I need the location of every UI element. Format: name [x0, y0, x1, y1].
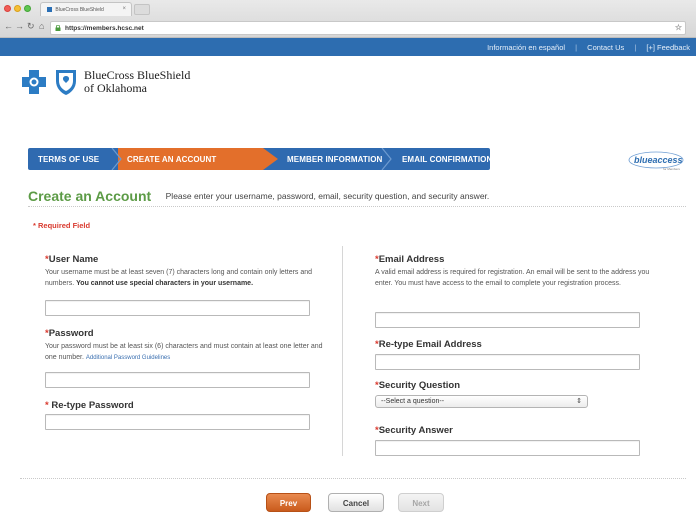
password-help: Your password must be at least six (6) c…: [45, 343, 323, 361]
home-icon[interactable]: ⌂: [39, 21, 44, 31]
email-help: A valid email address is required for re…: [375, 269, 650, 287]
browser-chrome: BlueCross BlueShield × ← → ↻ ⌂ https://m…: [0, 0, 696, 38]
page-subtitle: Please enter your username, password, em…: [165, 191, 490, 201]
column-divider: [342, 246, 343, 456]
tab-title: BlueCross BlueShield: [55, 7, 104, 13]
step-separator-icon: [111, 148, 122, 170]
top-bar: Información en español | Contact Us | [+…: [0, 38, 696, 56]
security-question-selected: --Select a question--: [381, 398, 445, 405]
prev-button[interactable]: Prev: [266, 493, 311, 512]
divider: [20, 478, 686, 479]
email-input[interactable]: [375, 312, 640, 328]
maximize-window-button[interactable]: [24, 5, 31, 12]
navigation-row: ← → ↻ ⌂ https://members.hcsc.net ☆: [0, 18, 696, 38]
url-text: https://members.hcsc.net: [65, 25, 144, 32]
minimize-window-button[interactable]: [14, 5, 21, 12]
step-member-information: MEMBER INFORMATION: [287, 155, 383, 164]
username-label: *User Name: [45, 254, 99, 265]
security-answer-label: *Security Answer: [375, 425, 453, 436]
security-question-select[interactable]: --Select a question-- ⇕: [375, 395, 588, 408]
link-separator: |: [634, 43, 637, 52]
top-links: Información en español | Contact Us | [+…: [479, 43, 690, 52]
retype-email-label: *Re-type Email Address: [375, 339, 482, 350]
select-arrows-icon: ⇕: [576, 398, 582, 405]
browser-tab[interactable]: BlueCross BlueShield ×: [40, 2, 132, 16]
username-help: Your username must be at least seven (7)…: [45, 269, 313, 287]
password-input[interactable]: [45, 372, 310, 388]
required-field-note: * Required Field: [33, 221, 91, 230]
brand-name: BlueCross BlueShield of Oklahoma: [84, 69, 190, 95]
cancel-button[interactable]: Cancel: [328, 493, 384, 512]
retype-email-input[interactable]: [375, 354, 640, 370]
cross-shield-icon: [22, 70, 76, 95]
bcbs-logo[interactable]: [20, 68, 78, 101]
address-bar[interactable]: https://members.hcsc.net ☆: [50, 21, 686, 35]
blue-access-tagline: for Members: [663, 167, 680, 171]
email-label: *Email Address: [375, 254, 445, 265]
page-title: Create an Account: [28, 188, 152, 204]
contact-us-link[interactable]: Contact Us: [587, 43, 624, 52]
step-email-confirmation: EMAIL CONFIRMATION: [402, 155, 493, 164]
reload-icon[interactable]: ↻: [27, 21, 35, 32]
brand-line-2: of Oklahoma: [84, 81, 147, 95]
username-input[interactable]: [45, 300, 310, 316]
forward-arrow-icon[interactable]: →: [15, 21, 24, 31]
security-answer-input[interactable]: [375, 440, 640, 456]
next-button[interactable]: Next: [398, 493, 444, 512]
tab-close-icon[interactable]: ×: [122, 6, 126, 12]
blue-access-wordmark: blueaccess: [634, 155, 683, 165]
retype-password-label: * Re-type Password: [45, 400, 134, 411]
step-separator-icon: [381, 148, 392, 170]
security-question-label: *Security Question: [375, 380, 461, 391]
favicon-icon: [47, 7, 52, 13]
back-arrow-icon[interactable]: ←: [4, 21, 13, 31]
close-window-button[interactable]: [4, 5, 11, 12]
divider: [28, 206, 686, 207]
link-separator: |: [575, 43, 578, 52]
step-create-account: CREATE AN ACCOUNT: [127, 155, 217, 164]
step-terms-of-use: TERMS OF USE: [38, 155, 100, 164]
page-heading: Create an Account Please enter your user…: [28, 188, 489, 206]
spanish-link[interactable]: Información en español: [487, 43, 565, 52]
password-guidelines-link[interactable]: Additional Password Guidelines: [86, 355, 170, 361]
password-label: *Password: [45, 328, 94, 339]
lock-icon: [55, 25, 61, 31]
retype-password-input[interactable]: [45, 414, 310, 430]
feedback-link[interactable]: [+] Feedback: [646, 43, 690, 52]
new-tab-button[interactable]: [134, 4, 150, 15]
bookmark-star-icon[interactable]: ☆: [675, 23, 682, 32]
blue-access-logo: blueaccess for Members: [628, 151, 684, 171]
progress-steps: TERMS OF USE CREATE AN ACCOUNT MEMBER IN…: [28, 148, 493, 170]
